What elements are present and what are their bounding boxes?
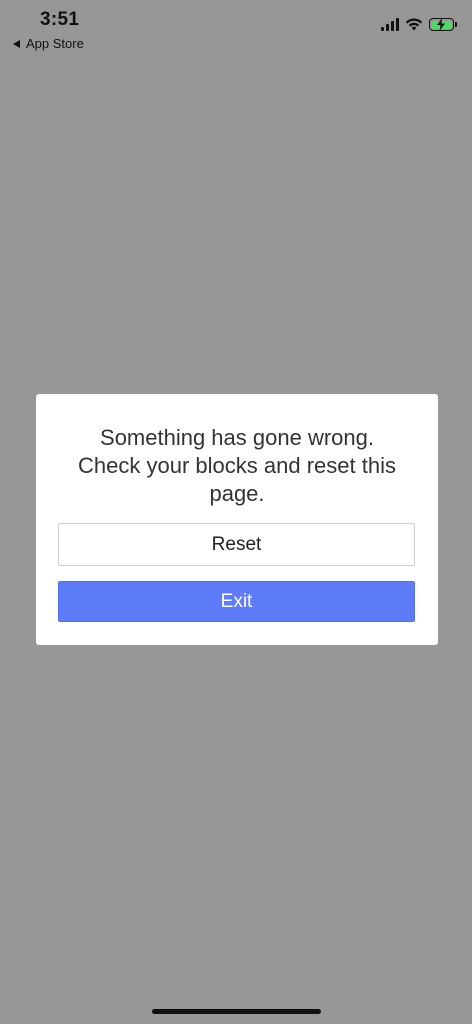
status-bar: 3:51 App Store xyxy=(0,0,472,56)
exit-button[interactable]: Exit xyxy=(58,581,415,622)
error-message-line-1: Something has gone wrong. xyxy=(100,425,374,450)
battery-icon xyxy=(429,18,457,31)
back-to-app-store-link[interactable]: App Store xyxy=(13,36,84,51)
cellular-signal-icon xyxy=(381,18,399,31)
back-arrow-icon xyxy=(13,39,20,48)
error-message: Something has gone wrong. Check your blo… xyxy=(46,424,428,508)
status-icons xyxy=(381,18,457,31)
charging-bolt-icon xyxy=(437,18,445,31)
status-time: 3:51 xyxy=(40,9,80,30)
error-dialog: Something has gone wrong. Check your blo… xyxy=(36,394,438,645)
home-indicator[interactable] xyxy=(152,1009,321,1014)
wifi-icon xyxy=(405,18,423,31)
reset-button[interactable]: Reset xyxy=(58,523,415,566)
back-link-label: App Store xyxy=(26,36,84,51)
error-message-line-3: page. xyxy=(209,481,265,506)
error-message-line-2: Check your blocks and reset this xyxy=(78,453,396,478)
